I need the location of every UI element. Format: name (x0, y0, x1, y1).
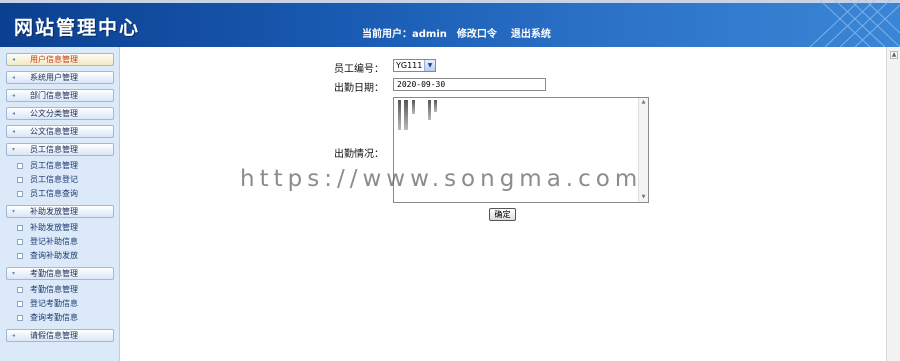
sidebar-item-label: 员工信息管理 (30, 161, 78, 170)
header-grid-decoration-icon (809, 0, 900, 47)
bullet-icon (17, 225, 23, 231)
sidebar-item-attendance-query[interactable]: 查询考勤信息 (17, 313, 78, 323)
sidebar-section-employees[interactable]: ▾ 员工信息管理 (6, 143, 114, 156)
employee-no-select[interactable]: YG111 ▼ (393, 59, 436, 72)
header-bar: 网站管理中心 当前用户：admin 修改口令 退出系统 (0, 0, 900, 47)
page-scrollbar[interactable]: ▲ (886, 47, 900, 361)
logout-link[interactable]: 退出系统 (511, 25, 551, 40)
sidebar-section-departments[interactable]: ◂ 部门信息管理 (6, 89, 114, 102)
sidebar-item-label: 登记补助信息 (30, 237, 78, 246)
blurred-content (398, 100, 438, 130)
sidebar-section-label: 系统用户管理 (30, 73, 78, 82)
sidebar-section-label: 公文信息管理 (30, 127, 78, 136)
scroll-down-icon[interactable]: ▼ (640, 194, 647, 201)
sidebar-section-subsidies[interactable]: ▾ 补助发放管理 (6, 205, 114, 218)
scroll-up-icon[interactable]: ▲ (640, 99, 647, 106)
status-label: 出勤情况： (334, 149, 384, 160)
sidebar-section-leave[interactable]: ◂ 请假信息管理 (6, 329, 114, 342)
sidebar-item-employee-register[interactable]: 员工信息登记 (17, 175, 78, 185)
sidebar-section-label: 员工信息管理 (30, 145, 78, 154)
current-user-label: 当前用户：admin (362, 29, 447, 40)
scroll-up-icon[interactable]: ▲ (890, 51, 898, 59)
sidebar-section-attendance[interactable]: ▾ 考勤信息管理 (6, 267, 114, 280)
sidebar-section-system-users[interactable]: ◂ 系统用户管理 (6, 71, 114, 84)
expand-arrow-icon: ◂ (12, 74, 16, 81)
sidebar-section-label: 部门信息管理 (30, 91, 78, 100)
chevron-down-icon[interactable]: ▼ (424, 60, 435, 71)
sidebar-section-documents[interactable]: ◂ 公文信息管理 (6, 125, 114, 138)
collapse-arrow-icon: ▾ (12, 208, 16, 215)
sidebar-section-label: 用户信息管理 (30, 55, 78, 64)
collapse-arrow-icon: ▾ (12, 270, 16, 277)
bullet-icon (17, 253, 23, 259)
site-logo: 网站管理中心 (14, 17, 141, 39)
attendance-date-input[interactable]: 2020-09-30 (393, 78, 546, 91)
sidebar-item-label: 登记考勤信息 (30, 299, 78, 308)
expand-arrow-icon: ◂ (12, 332, 16, 339)
sidebar-item-attendance-manage[interactable]: 考勤信息管理 (17, 285, 78, 295)
sidebar-item-subsidy-register[interactable]: 登记补助信息 (17, 237, 78, 247)
sidebar-item-employee-manage[interactable]: 员工信息管理 (17, 161, 78, 171)
sidebar-item-label: 考勤信息管理 (30, 285, 78, 294)
expand-arrow-icon: ◂ (12, 56, 16, 63)
sidebar-section-label: 公文分类管理 (30, 109, 78, 118)
bullet-icon (17, 315, 23, 321)
sidebar-item-subsidy-manage[interactable]: 补助发放管理 (17, 223, 78, 233)
sidebar-section-doc-categories[interactable]: ◂ 公文分类管理 (6, 107, 114, 120)
sidebar-item-label: 查询补助发放 (30, 251, 78, 260)
header-top-line (0, 0, 900, 3)
sidebar-item-label: 查询考勤信息 (30, 313, 78, 322)
employee-no-label: 员工编号： (334, 64, 384, 75)
sidebar-section-label: 补助发放管理 (30, 207, 78, 216)
sidebar-item-employee-query[interactable]: 员工信息查询 (17, 189, 78, 199)
sidebar-section-user-info[interactable]: ◂ 用户信息管理 (6, 53, 114, 66)
bullet-icon (17, 191, 23, 197)
sidebar-item-label: 员工信息查询 (30, 189, 78, 198)
bullet-icon (17, 163, 23, 169)
bullet-icon (17, 287, 23, 293)
app-window: 网站管理中心 当前用户：admin 修改口令 退出系统 ◂ 用户信息管理 ◂ 系… (0, 0, 900, 361)
collapse-arrow-icon: ▾ (12, 146, 16, 153)
sidebar-item-label: 员工信息登记 (30, 175, 78, 184)
date-label: 出勤日期： (334, 83, 384, 94)
bullet-icon (17, 301, 23, 307)
expand-arrow-icon: ◂ (12, 128, 16, 135)
confirm-button[interactable]: 确定 (489, 208, 516, 221)
sidebar-item-subsidy-query[interactable]: 查询补助发放 (17, 251, 78, 261)
sidebar-section-label: 考勤信息管理 (30, 269, 78, 278)
expand-arrow-icon: ◂ (12, 92, 16, 99)
change-password-link[interactable]: 修改口令 (457, 25, 497, 40)
bullet-icon (17, 177, 23, 183)
sidebar: ◂ 用户信息管理 ◂ 系统用户管理 ◂ 部门信息管理 ◂ 公文分类管理 ◂ 公文… (0, 47, 120, 361)
sidebar-item-label: 补助发放管理 (30, 223, 78, 232)
expand-arrow-icon: ◂ (12, 110, 16, 117)
watermark-text: https://www.songma.com (240, 166, 643, 192)
employee-no-value: YG111 (396, 61, 423, 70)
sidebar-item-attendance-register[interactable]: 登记考勤信息 (17, 299, 78, 309)
bullet-icon (17, 239, 23, 245)
top-nav: 当前用户：admin 修改口令 退出系统 (362, 25, 565, 40)
sidebar-section-label: 请假信息管理 (30, 331, 78, 340)
